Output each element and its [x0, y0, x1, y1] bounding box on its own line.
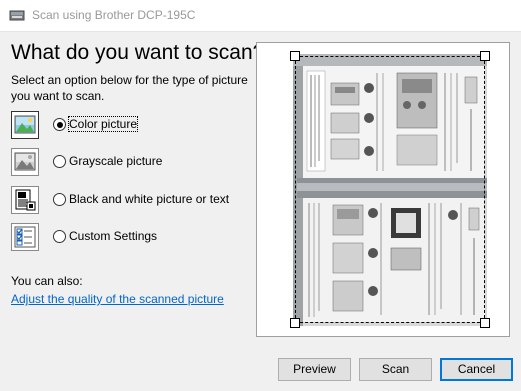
radio-black-white[interactable] [53, 193, 66, 206]
page-title: What do you want to scan? [11, 41, 265, 64]
option-color-picture[interactable]: Color picture [11, 111, 251, 141]
instruction-text: Select an option below for the type of p… [11, 73, 248, 103]
scan-button[interactable]: Scan [359, 358, 432, 381]
black-white-text-icon[interactable] [11, 186, 39, 214]
option-label[interactable]: Grayscale picture [69, 154, 162, 168]
crop-handle-top-right[interactable] [480, 51, 490, 61]
also-label: You can also: [11, 274, 83, 288]
title-bar: Scan using Brother DCP-195C [0, 0, 521, 32]
option-label[interactable]: Custom Settings [69, 229, 157, 243]
radio-grayscale-picture[interactable] [53, 155, 66, 168]
grayscale-picture-icon[interactable] [11, 148, 39, 176]
radio-custom-settings[interactable] [53, 230, 66, 243]
option-black-white[interactable]: Black and white picture or text [11, 186, 251, 216]
color-picture-icon[interactable] [11, 111, 39, 139]
cancel-button[interactable]: Cancel [440, 358, 513, 381]
preview-button[interactable]: Preview [278, 358, 351, 381]
option-custom-settings[interactable]: Custom Settings [11, 223, 251, 253]
crop-selection[interactable] [295, 56, 485, 323]
scanner-icon [9, 9, 25, 22]
crop-handle-bottom-left[interactable] [290, 318, 300, 328]
option-label[interactable]: Black and white picture or text [69, 192, 229, 206]
scan-preview-area[interactable] [256, 42, 510, 337]
crop-handle-bottom-right[interactable] [480, 318, 490, 328]
window-title: Scan using Brother DCP-195C [32, 8, 196, 22]
radio-color-picture[interactable] [53, 118, 66, 131]
option-label[interactable]: Color picture [67, 116, 139, 132]
adjust-quality-link[interactable]: Adjust the quality of the scanned pictur… [11, 292, 224, 306]
crop-handle-top-left[interactable] [290, 51, 300, 61]
custom-settings-icon[interactable] [11, 223, 39, 251]
option-grayscale-picture[interactable]: Grayscale picture [11, 148, 251, 178]
